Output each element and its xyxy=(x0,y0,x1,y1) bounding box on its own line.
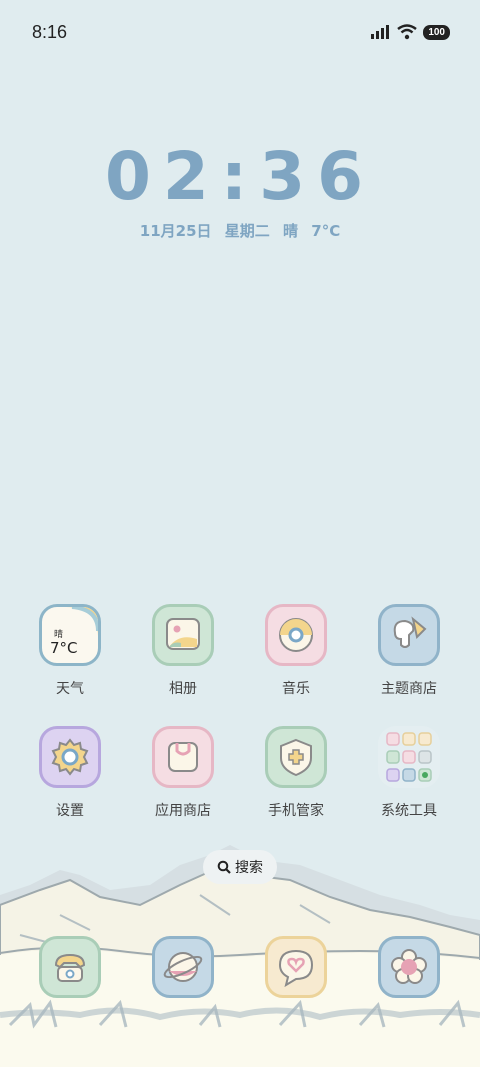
system-tools-folder-icon xyxy=(378,726,440,788)
app-label: 系统工具 xyxy=(381,803,437,819)
weather-text: 晴 xyxy=(283,222,299,240)
app-label: 音乐 xyxy=(282,681,310,697)
phone-manager-icon xyxy=(265,726,327,788)
settings-icon xyxy=(39,726,101,788)
app-app-store[interactable]: 应用商店 xyxy=(133,726,233,820)
app-label: 天气 xyxy=(56,681,84,697)
status-time: 8:16 xyxy=(32,22,68,42)
app-store-icon xyxy=(152,726,214,788)
app-label: 设置 xyxy=(56,803,84,819)
app-label: 主题商店 xyxy=(381,681,437,697)
weather-widget-temp: 7°C xyxy=(50,639,78,657)
weekday-text: 星期二 xyxy=(224,222,270,240)
signal-icon xyxy=(371,25,390,39)
wifi-icon xyxy=(397,24,418,40)
weather-icon: 晴 7°C xyxy=(39,604,101,666)
battery-indicator: 100 xyxy=(423,24,450,40)
app-gallery[interactable]: 相册 xyxy=(133,604,233,698)
status-bar: 8:16 100 xyxy=(0,0,480,68)
gallery-icon xyxy=(152,604,214,666)
search-label: 搜索 xyxy=(235,860,263,876)
app-label: 应用商店 xyxy=(155,803,211,819)
browser-icon[interactable] xyxy=(152,936,214,998)
clock-time[interactable]: 02:36 xyxy=(0,138,480,215)
app-system-tools-folder[interactable]: 系统工具 xyxy=(359,726,459,820)
app-music[interactable]: 音乐 xyxy=(246,604,346,698)
messages-icon[interactable] xyxy=(265,936,327,998)
app-theme-store[interactable]: 主题商店 xyxy=(359,604,459,698)
app-phone-manager[interactable]: 手机管家 xyxy=(246,726,346,820)
app-settings[interactable]: 设置 xyxy=(20,726,120,820)
app-weather[interactable]: 晴 7°C 天气 xyxy=(20,604,120,698)
music-icon xyxy=(265,604,327,666)
search-button[interactable]: 搜索 xyxy=(203,850,277,884)
camera-icon[interactable] xyxy=(378,936,440,998)
date-line[interactable]: 11月25日 星期二 晴 7°C xyxy=(0,220,480,241)
phone-icon[interactable] xyxy=(39,936,101,998)
temperature-text: 7°C xyxy=(311,222,341,240)
search-icon xyxy=(217,860,231,874)
date-text: 11月25日 xyxy=(139,222,212,240)
theme-store-icon xyxy=(378,604,440,666)
app-label: 相册 xyxy=(169,681,197,697)
app-label: 手机管家 xyxy=(268,803,324,819)
